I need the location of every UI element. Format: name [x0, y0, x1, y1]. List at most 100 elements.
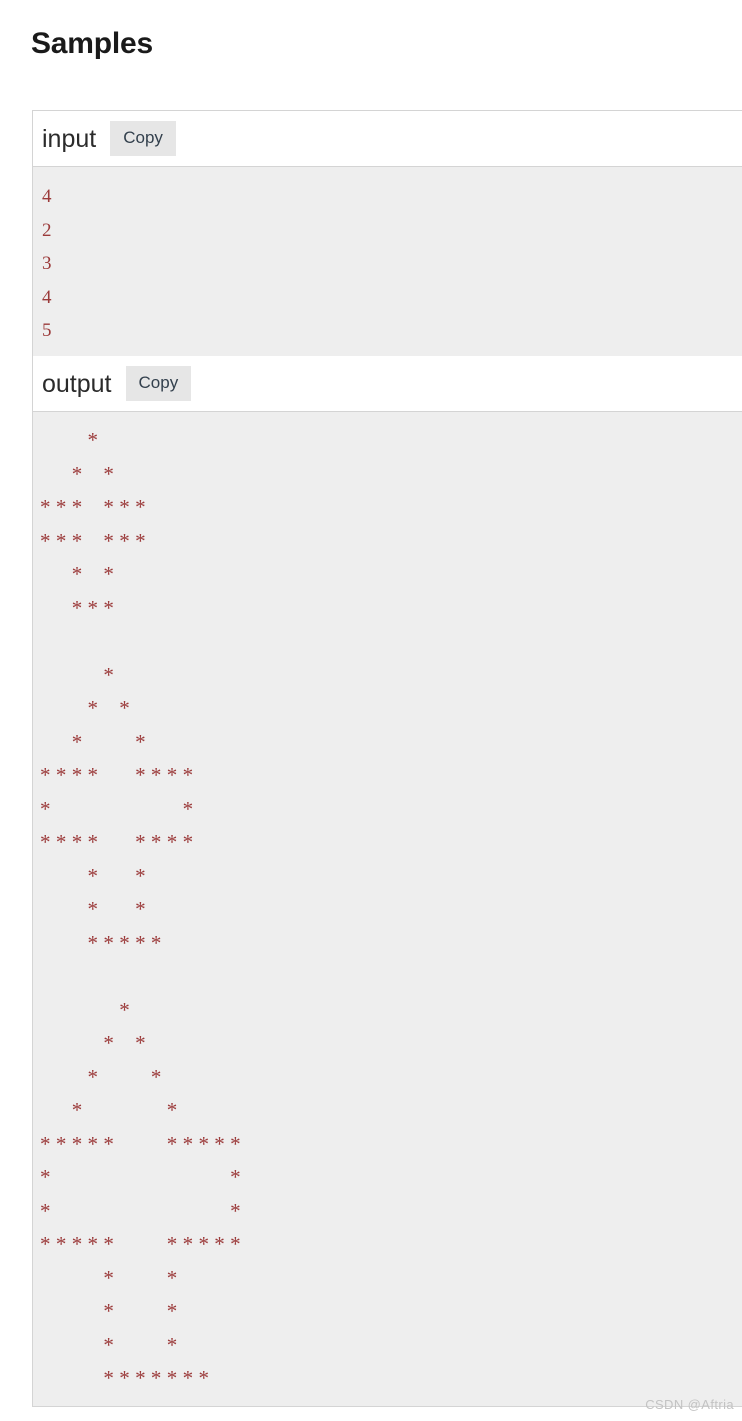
output-line: * * * * * * — [40, 525, 742, 559]
blank-cell — [103, 793, 119, 827]
blank-cell — [40, 692, 56, 726]
blank-cell — [72, 659, 88, 693]
blank-cell — [151, 1295, 167, 1329]
blank-cell — [88, 659, 104, 693]
blank-cell — [119, 1195, 135, 1229]
blank-cell — [56, 558, 72, 592]
sample-header-input: input Copy — [33, 111, 742, 167]
blank-cell — [56, 692, 72, 726]
blank-cell — [56, 424, 72, 458]
sample-body-output[interactable]: * * * * * * * * * * * * * * * * * * * * * * * * * * * *… — [33, 412, 742, 1406]
blank-cell — [119, 793, 135, 827]
output-line: * * — [40, 1161, 742, 1195]
asterisk-cell: * — [135, 763, 146, 787]
blank-cell — [151, 1128, 167, 1162]
input-line: 5 — [42, 320, 52, 341]
blank-cell — [40, 458, 56, 492]
sample-body-input[interactable]: 4 2 3 4 5 — [33, 167, 742, 362]
blank-cell — [56, 659, 72, 693]
input-line: 2 — [42, 219, 52, 241]
blank-cell — [167, 1195, 183, 1229]
output-line: * * — [40, 1094, 742, 1128]
asterisk-cell: * — [166, 1232, 178, 1256]
copy-input-button[interactable]: Copy — [110, 121, 176, 156]
blank-cell — [167, 793, 183, 827]
asterisk-cell: * — [55, 528, 67, 553]
asterisk-cell: * — [103, 1366, 114, 1390]
blank-cell — [88, 1161, 104, 1195]
blank-cell — [40, 893, 56, 927]
output-line: * * — [40, 692, 742, 726]
asterisk-cell: * — [71, 1232, 83, 1256]
blank-cell — [56, 927, 72, 961]
asterisk-cell: * — [103, 1299, 114, 1323]
copy-output-button[interactable]: Copy — [125, 366, 192, 401]
blank-cell — [40, 1295, 56, 1329]
blank-cell — [135, 1228, 151, 1262]
asterisk-cell: * — [166, 1098, 178, 1122]
asterisk-cell: * — [135, 729, 146, 754]
blank-cell — [40, 1094, 56, 1128]
blank-cell — [72, 1061, 88, 1095]
output-line: * * * * * * * — [40, 1362, 742, 1396]
blank-cell — [56, 860, 72, 894]
blank-cell — [56, 1161, 72, 1195]
blank-cell — [119, 860, 135, 894]
blank-cell — [119, 759, 135, 793]
blank-cell — [88, 1027, 104, 1061]
blank-cell — [119, 1262, 135, 1296]
asterisk-cell: * — [87, 1064, 99, 1089]
asterisk-cell: * — [166, 1332, 178, 1357]
blank-cell — [72, 1362, 88, 1396]
asterisk-cell: * — [40, 1232, 51, 1256]
output-line: * — [40, 994, 742, 1028]
asterisk-cell: * — [103, 1131, 114, 1156]
blank-cell — [135, 1061, 151, 1095]
blank-cell — [40, 592, 56, 626]
asterisk-cell: * — [135, 930, 146, 955]
blank-cell — [135, 1128, 151, 1162]
blank-cell — [151, 1195, 167, 1229]
blank-cell — [119, 1295, 135, 1329]
asterisk-cell: * — [40, 830, 51, 854]
blank-cell — [135, 1195, 151, 1229]
asterisk-cell: * — [150, 1064, 162, 1089]
blank-cell — [135, 1295, 151, 1329]
blank-cell — [72, 860, 88, 894]
blank-cell — [103, 893, 119, 927]
output-line: * — [40, 659, 742, 693]
blank-cell — [40, 1027, 56, 1061]
asterisk-cell: * — [55, 1232, 67, 1256]
asterisk-cell: * — [135, 830, 146, 854]
asterisk-cell: * — [103, 528, 114, 553]
output-line: * * — [40, 1027, 742, 1061]
blank-cell — [88, 793, 104, 827]
blank-cell — [151, 1228, 167, 1262]
asterisk-cell: * — [55, 1131, 67, 1156]
asterisk-cell: * — [150, 930, 162, 955]
asterisk-cell: * — [150, 830, 162, 854]
sample-label-input: input — [42, 124, 97, 153]
asterisk-cell: * — [87, 930, 99, 955]
asterisk-cell: * — [119, 528, 130, 553]
asterisk-cell: * — [87, 897, 99, 921]
blank-cell — [56, 1295, 72, 1329]
blank-cell — [56, 1027, 72, 1061]
asterisk-cell: * — [182, 796, 194, 821]
output-line: * * — [40, 1061, 742, 1095]
output-line: * * * * * * * * * * — [40, 1128, 742, 1162]
sample-header-output: output Copy — [33, 356, 742, 412]
asterisk-cell: * — [135, 1366, 146, 1390]
blank-cell — [72, 1295, 88, 1329]
blank-cell — [183, 1161, 199, 1195]
asterisk-cell: * — [71, 763, 83, 787]
asterisk-cell: * — [40, 495, 51, 519]
asterisk-cell: * — [198, 1366, 209, 1390]
output-line: * * * * * — [40, 927, 742, 961]
blank-cell — [198, 1195, 214, 1229]
blank-cell — [56, 1329, 72, 1363]
asterisk-cell: * — [87, 1131, 99, 1156]
blank-cell — [88, 1262, 104, 1296]
asterisk-cell: * — [40, 528, 51, 553]
